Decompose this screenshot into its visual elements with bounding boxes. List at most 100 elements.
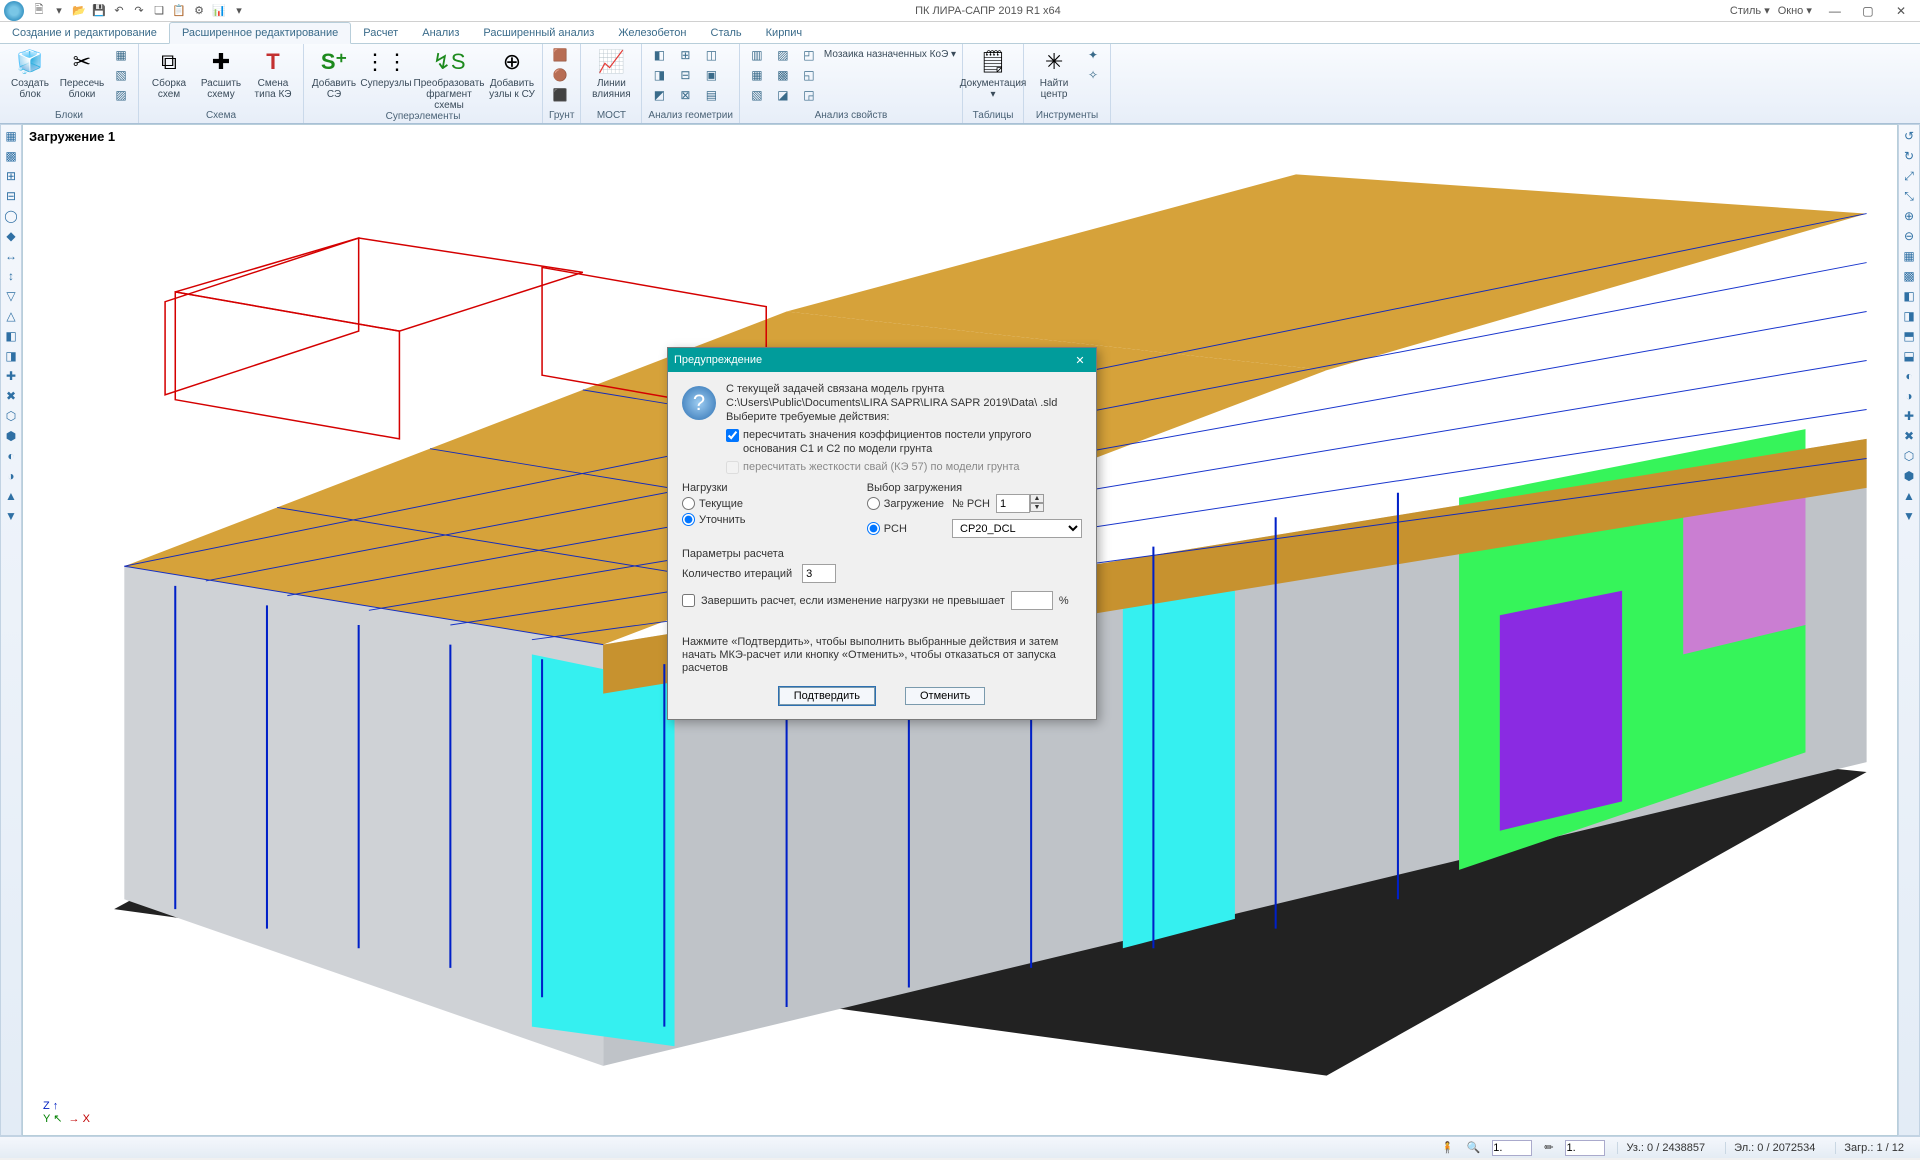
tab-brick[interactable]: Кирпич [754,23,815,43]
block-opt1-icon[interactable]: ▦ [110,46,132,64]
prop1-icon[interactable]: ▥ [746,46,768,64]
documentation-button[interactable]: 🗒Документация ▾ [969,46,1017,100]
soil2-icon[interactable]: 🟤 [549,66,571,84]
geom4-icon[interactable]: ⊞ [674,46,696,64]
rt11-icon[interactable]: ⬒ [1901,329,1917,345]
prop4-icon[interactable]: ▨ [772,46,794,64]
lt4-icon[interactable]: ⊟ [3,189,19,205]
lt12-icon[interactable]: ◨ [3,349,19,365]
rt20-icon[interactable]: ▼ [1901,509,1917,525]
settings-icon[interactable]: ⚙ [192,4,206,18]
mosaic-dropdown[interactable]: Мозаика назначенных КоЭ ▾ [824,49,956,60]
rt3-icon[interactable]: ⤢ [1901,169,1917,185]
assemble-button[interactable]: ⧉Сборка схем [145,46,193,100]
prop5-icon[interactable]: ▩ [772,66,794,84]
influence-lines-button[interactable]: 📈Линии влияния [587,46,635,100]
rt2-icon[interactable]: ↻ [1901,149,1917,165]
lt11-icon[interactable]: ◧ [3,329,19,345]
add-nodes-su-button[interactable]: ⊕Добавить узлы к СУ [488,46,536,100]
chk-recount-c1c2[interactable] [726,429,739,442]
lt15-icon[interactable]: ⬡ [3,409,19,425]
lt5-icon[interactable]: ◯ [3,209,19,225]
tab-steel[interactable]: Сталь [699,23,754,43]
window-menu[interactable]: Окно ▾ [1778,4,1812,17]
rt12-icon[interactable]: ⬓ [1901,349,1917,365]
geom9-icon[interactable]: ▤ [700,86,722,104]
lt20-icon[interactable]: ▼ [3,509,19,525]
radio-current[interactable] [682,497,695,510]
lt7-icon[interactable]: ↔ [3,249,19,265]
lt6-icon[interactable]: ◆ [3,229,19,245]
confirm-button[interactable]: Подтвердить [779,687,875,705]
lt19-icon[interactable]: ▲ [3,489,19,505]
lt18-icon[interactable]: ◑ [3,469,19,485]
lt10-icon[interactable]: △ [3,309,19,325]
rt6-icon[interactable]: ⊖ [1901,229,1917,245]
tab-ext-edit[interactable]: Расширенное редактирование [169,22,351,44]
convert-fragment-button[interactable]: ↯SПреобразовать фрагмент схемы [414,46,484,111]
intersect-blocks-button[interactable]: ✂Пересечь блоки [58,46,106,100]
sb-input1[interactable] [1492,1140,1532,1156]
tool1-icon[interactable]: ✦ [1082,46,1104,64]
dropdown-icon[interactable]: ▾ [52,4,66,18]
lt9-icon[interactable]: ▽ [3,289,19,305]
rt14-icon[interactable]: ◑ [1901,389,1917,405]
paste-icon[interactable]: 📋 [172,4,186,18]
cancel-button[interactable]: Отменить [905,687,985,705]
prop7-icon[interactable]: ◰ [798,46,820,64]
prop6-icon[interactable]: ◪ [772,86,794,104]
geom2-icon[interactable]: ◨ [648,66,670,84]
lt3-icon[interactable]: ⊞ [3,169,19,185]
geom1-icon[interactable]: ◧ [648,46,670,64]
rt8-icon[interactable]: ▩ [1901,269,1917,285]
geom8-icon[interactable]: ▣ [700,66,722,84]
spin-down-icon[interactable]: ▼ [1030,503,1044,512]
soil3-icon[interactable]: ⬛ [549,86,571,104]
rt7-icon[interactable]: ▦ [1901,249,1917,265]
style-menu[interactable]: Стиль ▾ [1730,4,1770,17]
rt17-icon[interactable]: ⬡ [1901,449,1917,465]
tab-ext-analysis[interactable]: Расширенный анализ [471,23,606,43]
minimize-button[interactable]: ― [1820,4,1850,18]
create-block-button[interactable]: 🧊Создать блок [6,46,54,100]
supernodes-button[interactable]: ⋮⋮Суперузлы [362,46,410,89]
prop9-icon[interactable]: ◲ [798,86,820,104]
iter-input[interactable] [802,564,836,583]
find-center-button[interactable]: ✳Найти центр [1030,46,1078,100]
sb-icon3[interactable]: ✏ [1544,1141,1553,1154]
lt14-icon[interactable]: ✖ [3,389,19,405]
tab-analysis[interactable]: Анализ [410,23,471,43]
lt8-icon[interactable]: ↕ [3,269,19,285]
prop3-icon[interactable]: ▧ [746,86,768,104]
tool2-icon[interactable]: ✧ [1082,66,1104,84]
rt5-icon[interactable]: ⊕ [1901,209,1917,225]
spin-up-icon[interactable]: ▲ [1030,494,1044,503]
add-se-button[interactable]: S⁺Добавить СЭ [310,46,358,100]
rt1-icon[interactable]: ↺ [1901,129,1917,145]
rt15-icon[interactable]: ✚ [1901,409,1917,425]
rt19-icon[interactable]: ▲ [1901,489,1917,505]
copy-icon[interactable]: ❏ [152,4,166,18]
geom6-icon[interactable]: ⊠ [674,86,696,104]
close-button[interactable]: ✕ [1886,4,1916,18]
lt17-icon[interactable]: ◐ [3,449,19,465]
tab-calc[interactable]: Расчет [351,23,410,43]
geom5-icon[interactable]: ⊟ [674,66,696,84]
sb-icon2[interactable]: 🔍 [1467,1141,1481,1154]
maximize-button[interactable]: ▢ [1853,4,1883,18]
rsn-no-input[interactable] [996,494,1030,513]
sb-input2[interactable] [1565,1140,1605,1156]
block-opt2-icon[interactable]: ▧ [110,66,132,84]
prop8-icon[interactable]: ◱ [798,66,820,84]
dropdown-icon[interactable]: ▾ [232,4,246,18]
new-icon[interactable]: 🗎 [32,4,46,18]
rsn-combo[interactable]: CP20_DCL [952,519,1082,538]
change-fe-button[interactable]: TСмена типа КЭ [249,46,297,100]
lt13-icon[interactable]: ✚ [3,369,19,385]
geom7-icon[interactable]: ◫ [700,46,722,64]
chk-finish[interactable] [682,594,695,607]
rt16-icon[interactable]: ✖ [1901,429,1917,445]
rt13-icon[interactable]: ◐ [1901,369,1917,385]
lt16-icon[interactable]: ⬢ [3,429,19,445]
rt18-icon[interactable]: ⬢ [1901,469,1917,485]
